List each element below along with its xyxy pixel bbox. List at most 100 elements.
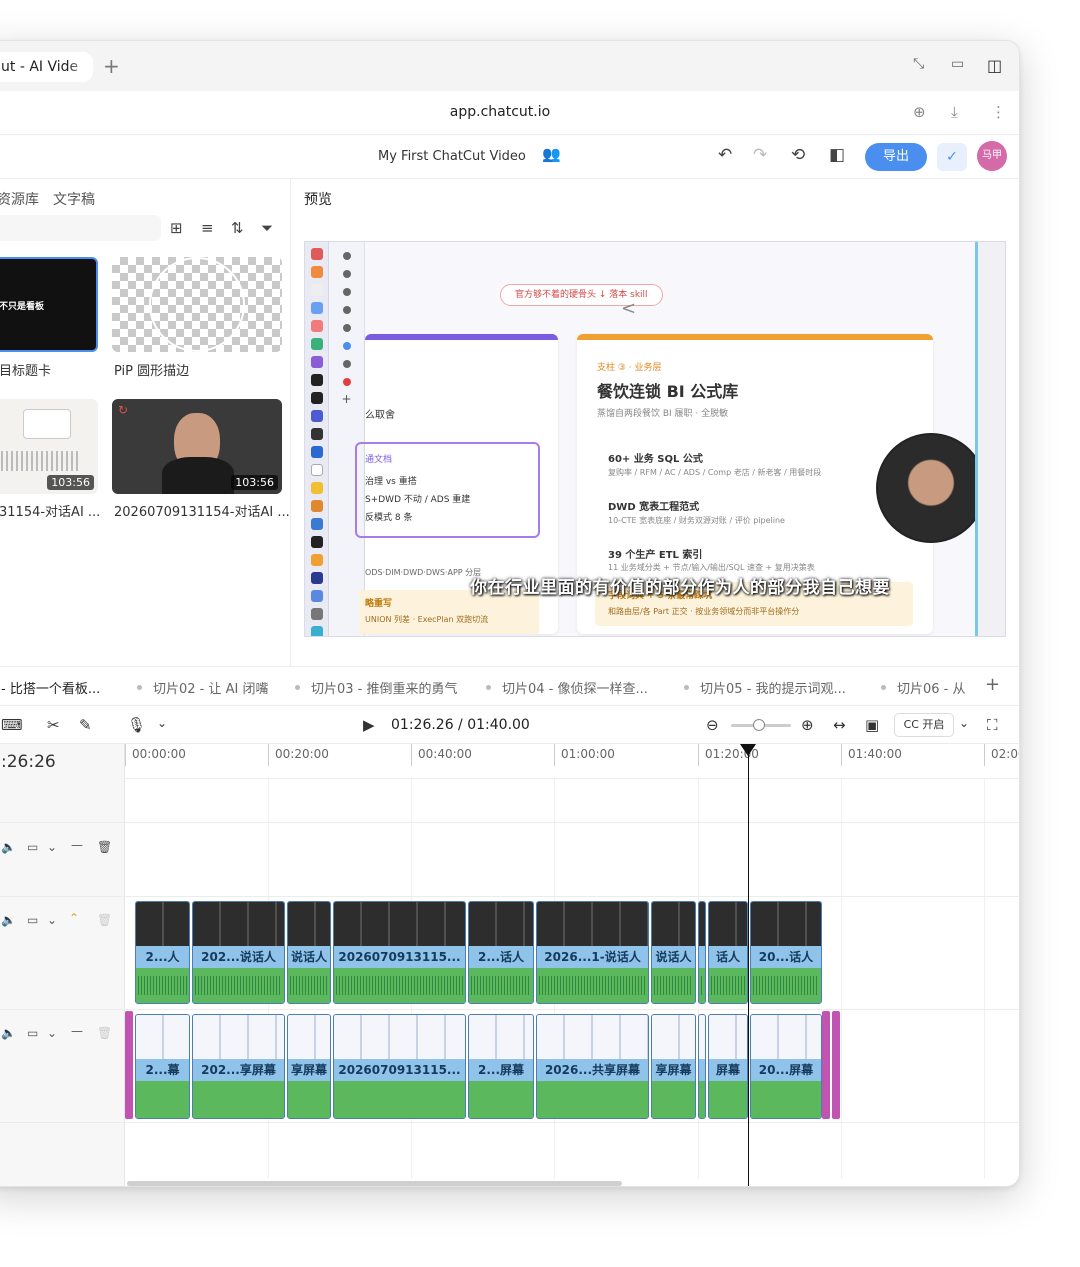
captions-toggle[interactable]: CC 开启	[894, 713, 954, 737]
magic-wand-icon[interactable]: ✎	[79, 716, 92, 734]
caption-icon[interactable]: ▭	[27, 913, 38, 927]
list-icon[interactable]: ≡	[201, 219, 214, 237]
track-start-marker[interactable]	[125, 1011, 133, 1119]
caption-icon[interactable]: ▭	[27, 1026, 38, 1040]
track-end-marker[interactable]	[832, 1011, 840, 1119]
clip-tab[interactable]: 切片04 - 像侦探一样查...	[502, 678, 648, 697]
filter-icon[interactable]: ⏷	[261, 219, 273, 237]
sidebar-toggle-icon[interactable]: ◫	[987, 56, 1002, 75]
new-tab-button[interactable]: +	[103, 54, 120, 78]
timeline-clip[interactable]: 20...话人	[750, 901, 822, 1004]
avatar[interactable]: 马甲	[977, 141, 1007, 171]
timeline-clip[interactable]: 说话人	[651, 901, 696, 1004]
asset-thumb-video[interactable]: ↻ 103:56	[112, 399, 282, 494]
timeline-clip[interactable]: 享屏幕	[651, 1014, 696, 1119]
clip-tab[interactable]: - 比搭一个看板...	[1, 678, 100, 697]
audio-wave-icon[interactable]: ⌃	[69, 911, 79, 925]
timeline-clip[interactable]: 屏幕	[708, 1014, 748, 1119]
chevron-down-icon[interactable]: ⌄	[959, 716, 969, 730]
timeline-clip[interactable]: 话人	[708, 901, 748, 1004]
volume-icon[interactable]: 🔈	[1, 840, 16, 854]
download-icon[interactable]: ⤓	[951, 103, 958, 121]
keyboard-icon[interactable]: ⌨	[1, 716, 23, 734]
subtitle-text[interactable]: 你在行业里面的有价值的部分作为人的部分我自己想要	[470, 573, 890, 598]
time-ruler[interactable]: 00:00:00 00:20:00 00:40:00 01:00:00 01:2…	[125, 744, 1019, 779]
timeline-clip[interactable]: 202...说话人	[192, 901, 285, 1004]
minimize-icon[interactable]: ⤡	[913, 56, 924, 72]
timeline-clip[interactable]: 2026070913115...	[333, 1014, 466, 1119]
scissors-icon[interactable]: ✂	[47, 716, 60, 734]
trash-icon[interactable]: 🗑	[97, 840, 112, 854]
fit-width-icon[interactable]: ↔	[833, 716, 846, 734]
timeline-clip[interactable]: 2...幕	[135, 1014, 190, 1119]
redo-icon[interactable]: ↷	[753, 145, 767, 165]
undo-icon[interactable]: ↶	[718, 145, 732, 165]
history-icon[interactable]: ⟲	[791, 145, 805, 165]
clip-label: 2...幕	[145, 1063, 180, 1077]
timeline-clip[interactable]: 享屏幕	[287, 1014, 331, 1119]
timeline-clip[interactable]: 2026...1-说话人	[536, 901, 649, 1004]
clip-label: 话人	[715, 950, 740, 964]
volume-icon[interactable]: 🔈	[1, 1026, 16, 1040]
microphone-icon[interactable]: 🎙	[127, 716, 146, 734]
horizontal-scrollbar[interactable]	[127, 1181, 622, 1186]
clip-tab[interactable]: 切片02 - 让 AI 闭嘴	[153, 678, 269, 697]
preview-canvas[interactable]: + 官方够不着的硬骨头 ↓ 落本 skill < 么取舍 通文档 治理 vs 重…	[304, 241, 1006, 637]
chevron-down-icon[interactable]: ⌄	[47, 1026, 57, 1040]
timeline-clip[interactable]: 20...屏幕	[750, 1014, 822, 1119]
collaborators-icon[interactable]: 👥	[542, 145, 561, 163]
more-icon[interactable]: ⋮	[991, 103, 1006, 121]
timeline-clip[interactable]: 2...话人	[468, 901, 534, 1004]
timeline-clip[interactable]	[698, 1014, 706, 1119]
timeline-clip[interactable]: 202...享屏幕	[192, 1014, 285, 1119]
zoom-slider[interactable]	[731, 719, 791, 731]
recording-icon: ↻	[118, 403, 129, 417]
sort-icon[interactable]: ⇅	[231, 219, 244, 237]
clip-tab[interactable]: 切片05 - 我的提示词观...	[700, 678, 846, 697]
trash-icon[interactable]: 🗑	[97, 913, 112, 927]
asset-thumb-video[interactable]: 103:56	[0, 399, 98, 494]
add-icon[interactable]: ⊕	[913, 103, 926, 121]
playhead[interactable]	[740, 744, 756, 1186]
play-icon[interactable]: ▶	[363, 716, 375, 734]
chevron-down-icon[interactable]: ⌄	[47, 840, 57, 854]
pip-face[interactable]	[876, 433, 986, 543]
zoom-out-icon[interactable]: ⊖	[706, 716, 719, 734]
asset-thumb-pip[interactable]	[112, 257, 282, 352]
track-end-marker[interactable]	[822, 1011, 830, 1119]
clip-label: 屏幕	[715, 1063, 740, 1077]
new-folder-icon[interactable]: ⊞	[170, 219, 183, 237]
zoom-in-icon[interactable]: ⊕	[801, 716, 814, 734]
timeline-clip[interactable]: 2...人	[135, 901, 190, 1004]
volume-icon[interactable]: 🔈	[1, 913, 16, 927]
add-clip-tab-icon[interactable]: +	[985, 674, 1000, 695]
clip-tab[interactable]: 切片03 - 推倒重来的勇气	[311, 678, 458, 697]
layout-icon[interactable]: ◧	[829, 145, 845, 165]
asset-thumb-title-card[interactable]: 不只是看板	[0, 257, 98, 352]
check-icon[interactable]: ✓	[937, 143, 967, 171]
project-title[interactable]: My First ChatCut Video	[378, 149, 526, 164]
timeline-clip[interactable]	[698, 901, 706, 1004]
window-icon[interactable]: ▭	[951, 56, 964, 72]
aspect-icon[interactable]: ▣	[865, 716, 879, 734]
timeline-clip[interactable]: 2...屏幕	[468, 1014, 534, 1119]
clip-tab[interactable]: 切片06 - 从	[897, 678, 967, 697]
timeline-clip[interactable]: 2026...共享屏幕	[536, 1014, 649, 1119]
chevron-down-icon[interactable]: ⌄	[47, 913, 57, 927]
timeline[interactable]: :26:26 🔈 ▭ ⌄ — 🗑 🔈 ▭ ⌄ ⌃ 🗑 🔈 ▭ ⌄ — 🗑 00:…	[0, 744, 1019, 1186]
timeline-clip[interactable]: 说话人	[287, 901, 331, 1004]
chevron-down-icon[interactable]: ⌄	[157, 716, 167, 730]
collapse-icon[interactable]: —	[71, 838, 83, 852]
fullscreen-icon[interactable]: ⛶	[987, 716, 998, 734]
url-text[interactable]: app.chatcut.io	[0, 104, 1019, 120]
collapse-icon[interactable]: —	[71, 1024, 83, 1038]
timeline-clip[interactable]: 2026070913115...	[333, 901, 466, 1004]
export-button[interactable]: 导出	[865, 143, 927, 171]
caption-icon[interactable]: ▭	[27, 840, 38, 854]
trash-icon[interactable]: 🗑	[97, 1026, 112, 1040]
search-input[interactable]	[0, 215, 161, 241]
browser-tab[interactable]: ut - AI Vide	[0, 52, 93, 82]
playhead-handle[interactable]	[740, 744, 756, 756]
tab-library[interactable]: 资源库	[0, 189, 39, 209]
tab-transcript[interactable]: 文字稿	[53, 189, 95, 209]
